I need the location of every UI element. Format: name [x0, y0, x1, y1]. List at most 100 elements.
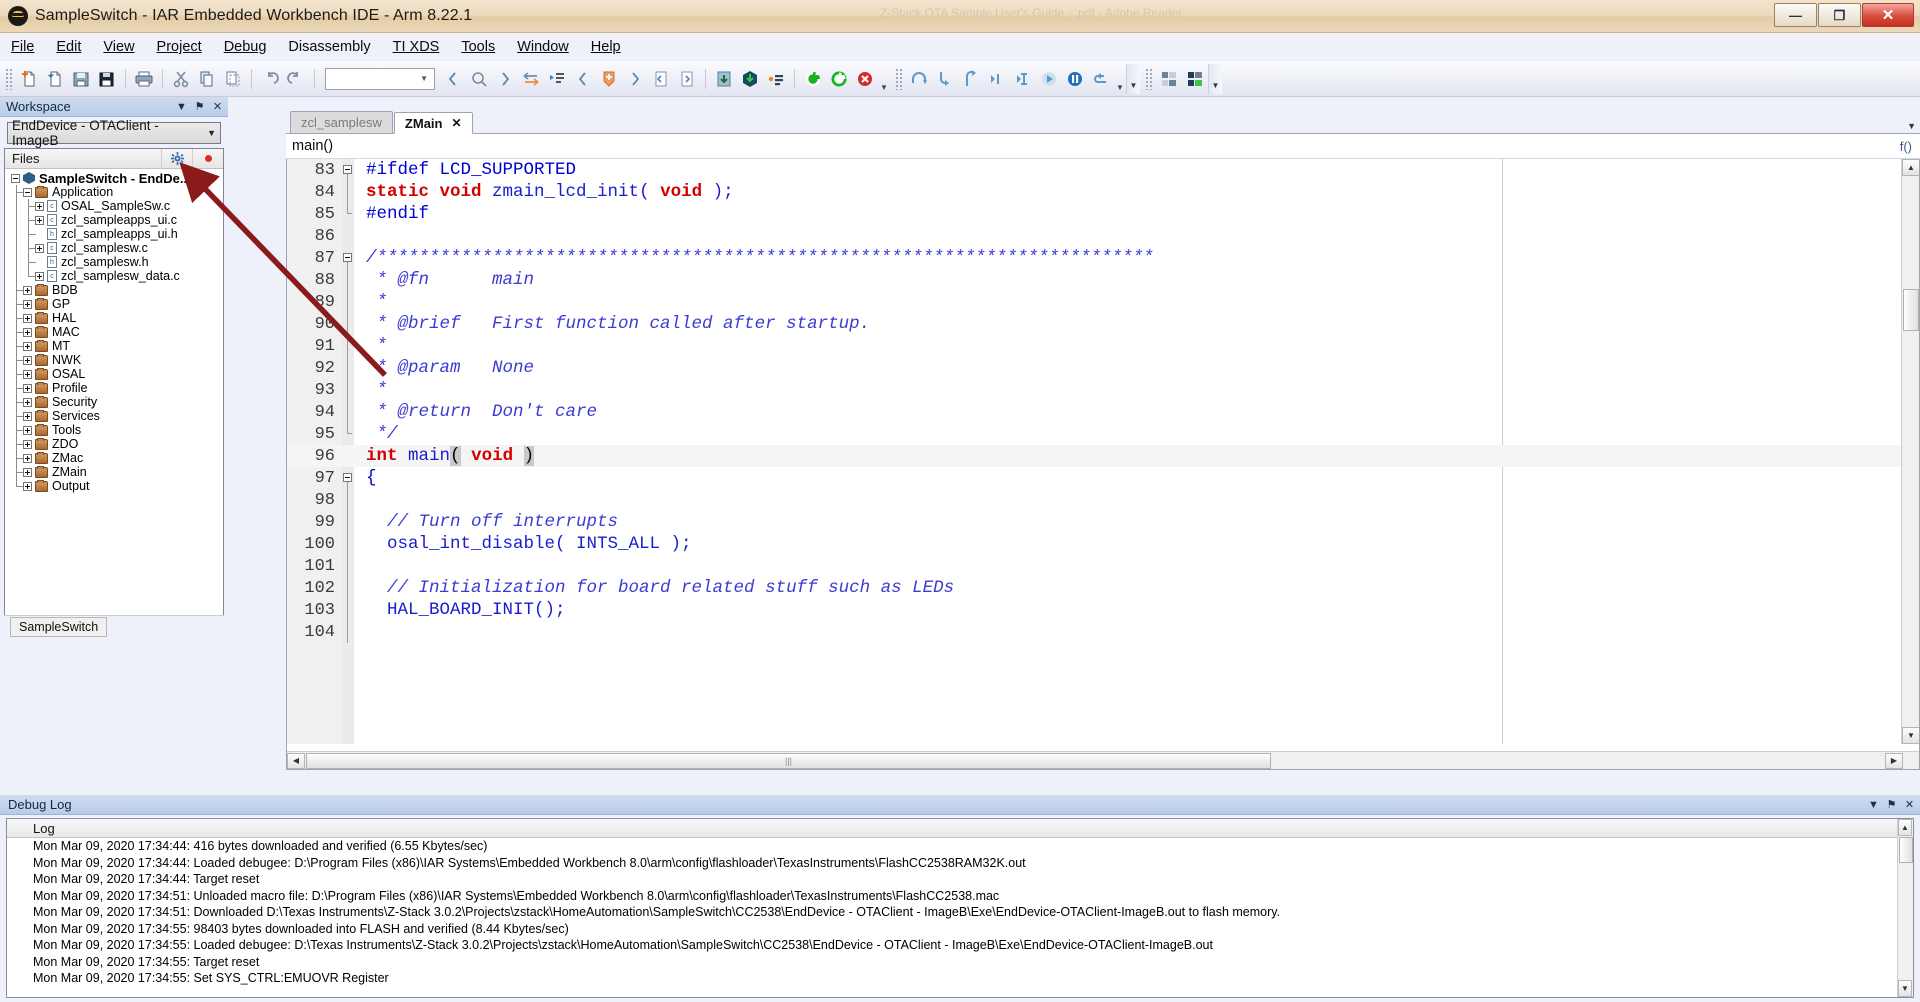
- expand-icon[interactable]: [23, 369, 32, 379]
- batch-build-icon[interactable]: [763, 66, 789, 92]
- log-row[interactable]: Mon Mar 09, 2020 17:34:44: 416 bytes dow…: [7, 838, 1913, 855]
- run-to-cursor-icon[interactable]: [1010, 66, 1036, 92]
- workspace-pin-icon[interactable]: ⚑: [192, 99, 207, 114]
- fold-toggle[interactable]: [342, 247, 354, 269]
- redo-icon[interactable]: [283, 66, 309, 92]
- tree-item-bdb[interactable]: BDB: [5, 283, 223, 297]
- code-line[interactable]: 88 * @fn main: [287, 269, 1919, 291]
- minimize-button[interactable]: —: [1774, 3, 1817, 27]
- expand-icon[interactable]: [23, 397, 32, 407]
- tree-item-tools[interactable]: Tools: [5, 423, 223, 437]
- menu-edit[interactable]: Edit: [45, 36, 92, 58]
- code-line[interactable]: 104: [287, 621, 1919, 643]
- tree-item-zdo[interactable]: ZDO: [5, 437, 223, 451]
- toolbar-endcap-2[interactable]: ▼: [1208, 63, 1222, 94]
- expand-icon[interactable]: [23, 425, 32, 435]
- log-scroll-down-button[interactable]: ▼: [1898, 980, 1912, 997]
- code-line[interactable]: 99 // Turn off interrupts: [287, 511, 1919, 533]
- paste-icon[interactable]: [220, 66, 246, 92]
- expand-icon[interactable]: [23, 341, 32, 351]
- fold-toggle[interactable]: [342, 467, 354, 489]
- editor-horizontal-scroll-thumb[interactable]: |||: [306, 752, 1271, 769]
- toolbar-endcap-1[interactable]: ▼: [1126, 63, 1140, 94]
- code-line[interactable]: 97 {: [287, 467, 1919, 489]
- editor-vertical-scrollbar[interactable]: ▲ ▼: [1901, 159, 1919, 744]
- tree-item-sampleswitch-endde[interactable]: SampleSwitch - EndDe...: [5, 171, 223, 186]
- tree-item-mt[interactable]: MT: [5, 339, 223, 353]
- toolbar-grip-1[interactable]: [5, 67, 13, 90]
- expand-icon[interactable]: [23, 383, 32, 393]
- code-line[interactable]: 87 /*************************************…: [287, 247, 1919, 269]
- step-into-icon[interactable]: [932, 66, 958, 92]
- code-line[interactable]: 101: [287, 555, 1919, 577]
- log-scroll-thumb[interactable]: [1899, 837, 1913, 863]
- workspace-menu-icon[interactable]: ▼: [174, 99, 189, 114]
- open-document-icon[interactable]: [42, 66, 68, 92]
- navigate-forward-icon[interactable]: [492, 66, 518, 92]
- expand-icon[interactable]: [23, 327, 32, 337]
- expand-icon[interactable]: [35, 215, 44, 225]
- tree-item-security[interactable]: Security: [5, 395, 223, 409]
- download-and-debug-icon[interactable]: [800, 66, 826, 92]
- menu-disassembly[interactable]: Disassembly: [277, 36, 381, 58]
- code-line[interactable]: 98: [287, 489, 1919, 511]
- menu-view[interactable]: View: [92, 36, 145, 58]
- next-error-icon[interactable]: [674, 66, 700, 92]
- next-bookmark-icon[interactable]: [622, 66, 648, 92]
- fold-toggle[interactable]: [342, 159, 354, 181]
- step-over-icon[interactable]: [906, 66, 932, 92]
- code-editor[interactable]: 83 #ifdef LCD_SUPPORTED 84 static void zmai…: [286, 159, 1920, 770]
- expand-icon[interactable]: [35, 201, 44, 211]
- code-line[interactable]: 85 #endif: [287, 203, 1919, 225]
- expand-icon[interactable]: [35, 243, 44, 253]
- tree-item-osal[interactable]: OSAL: [5, 367, 223, 381]
- scroll-down-button[interactable]: ▼: [1902, 727, 1919, 744]
- tree-item-zcl-samplesw-c[interactable]: c zcl_samplesw.c: [5, 241, 223, 255]
- expand-icon[interactable]: [23, 453, 32, 463]
- tree-item-zcl-samplesw-h[interactable]: h zcl_samplesw.h: [5, 255, 223, 269]
- collapse-icon[interactable]: [11, 173, 20, 183]
- break-icon[interactable]: [1062, 66, 1088, 92]
- menu-help[interactable]: Help: [580, 36, 632, 58]
- navigate-back-icon[interactable]: [440, 66, 466, 92]
- menu-ti-xds[interactable]: TI XDS: [382, 36, 451, 58]
- code-lines[interactable]: 83 #ifdef LCD_SUPPORTED 84 static void zmai…: [287, 159, 1919, 769]
- code-line[interactable]: 94 * @return Don't care: [287, 401, 1919, 423]
- code-line[interactable]: 91 *: [287, 335, 1919, 357]
- save-icon[interactable]: [68, 66, 94, 92]
- bookmark-list-icon[interactable]: [544, 66, 570, 92]
- editor-tabs-scroll-icon[interactable]: ▼: [1907, 121, 1916, 131]
- expand-icon[interactable]: [35, 271, 44, 281]
- debug-without-download-icon[interactable]: [826, 66, 852, 92]
- code-line[interactable]: 96 int main( void ): [287, 445, 1919, 467]
- tree-item-output[interactable]: Output: [5, 479, 223, 493]
- tree-item-mac[interactable]: MAC: [5, 325, 223, 339]
- code-line[interactable]: 103 HAL_BOARD_INIT();: [287, 599, 1919, 621]
- debug-log-menu-icon[interactable]: ▼: [1866, 797, 1881, 812]
- menu-debug[interactable]: Debug: [213, 36, 278, 58]
- tree-settings-column[interactable]: [162, 152, 192, 165]
- workspace-save-layout-icon[interactable]: [1182, 66, 1208, 92]
- debug-log-rows[interactable]: Mon Mar 09, 2020 17:34:44: 416 bytes dow…: [7, 838, 1913, 987]
- toolbar-search-combo[interactable]: ▼: [325, 67, 435, 90]
- debug-toolbar-overflow[interactable]: ▼: [878, 66, 890, 92]
- log-row[interactable]: Mon Mar 09, 2020 17:34:44: Loaded debuge…: [7, 855, 1913, 872]
- tree-item-zcl-samplesw-data-c[interactable]: c zcl_samplesw_data.c: [5, 269, 223, 283]
- tree-item-zmac[interactable]: ZMac: [5, 451, 223, 465]
- debug-log-close-icon[interactable]: ✕: [1902, 797, 1917, 812]
- code-line[interactable]: 92 * @param None: [287, 357, 1919, 379]
- tree-status-column[interactable]: [193, 155, 223, 162]
- tree-item-gp[interactable]: GP: [5, 297, 223, 311]
- expand-icon[interactable]: [23, 299, 32, 309]
- tab-zmain[interactable]: ZMain ✕: [393, 112, 473, 134]
- menu-file[interactable]: File: [0, 36, 45, 58]
- code-line[interactable]: 93 *: [287, 379, 1919, 401]
- project-tree[interactable]: SampleSwitch - EndDe... Application c OSAL_…: [5, 169, 223, 493]
- stop-debugging-icon[interactable]: [852, 66, 878, 92]
- scroll-right-button[interactable]: ▶: [1885, 752, 1903, 769]
- tab-close-icon[interactable]: ✕: [451, 116, 461, 130]
- log-row[interactable]: Mon Mar 09, 2020 17:34:51: Unloaded macr…: [7, 888, 1913, 905]
- run-toolbar-overflow[interactable]: ▼: [1114, 66, 1126, 92]
- tree-item-zmain[interactable]: ZMain: [5, 465, 223, 479]
- collapse-icon[interactable]: [23, 187, 32, 197]
